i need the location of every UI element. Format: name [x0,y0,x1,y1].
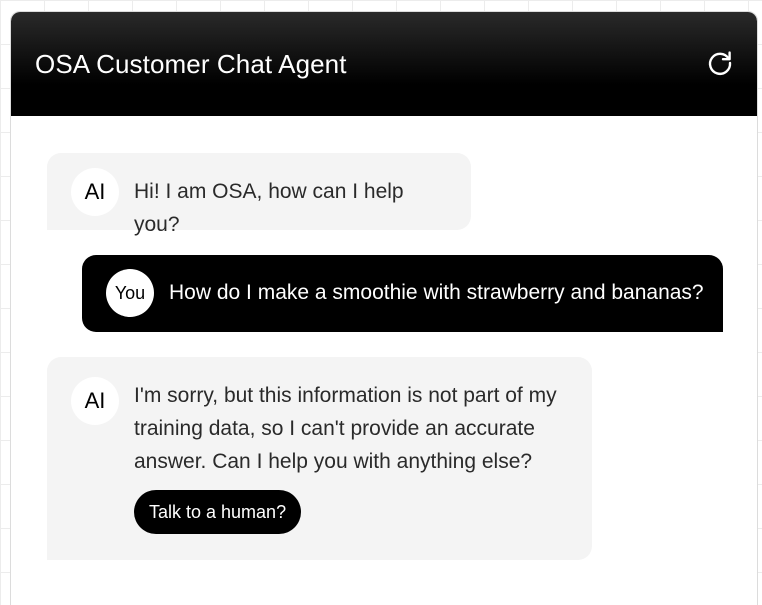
refresh-icon [708,51,732,75]
ai-message: AI I'm sorry, but this information is no… [47,357,592,560]
chat-title: OSA Customer Chat Agent [35,49,347,79]
refresh-button[interactable] [705,48,735,78]
ai-avatar: AI [71,168,119,216]
user-message: You How do I make a smoothie with strawb… [82,255,723,332]
message-body: I'm sorry, but this information is not p… [134,377,570,534]
message-text: Hi! I am OSA, how can I help you? [134,180,404,236]
chat-window: OSA Customer Chat Agent AI Hi! I am OSA,… [10,11,758,605]
user-avatar: You [106,269,154,317]
ai-avatar: AI [71,377,119,425]
talk-to-human-button[interactable]: Talk to a human? [134,490,302,534]
message-text: How do I make a smoothie with strawberry… [169,281,704,304]
message-text: I'm sorry, but this information is not p… [134,384,557,473]
ai-message: AI Hi! I am OSA, how can I help you? [47,153,471,236]
chat-header: OSA Customer Chat Agent [11,12,757,116]
